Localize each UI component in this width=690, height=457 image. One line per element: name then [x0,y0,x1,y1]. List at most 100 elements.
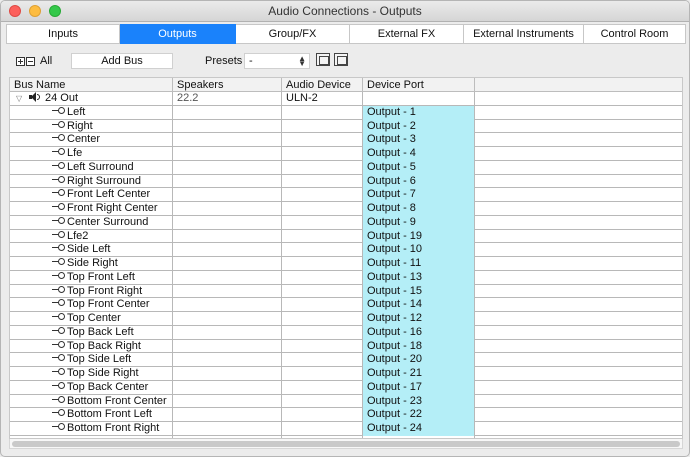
channel-device-port-cell[interactable]: Output - 24 [363,422,475,436]
channel-device-port-cell[interactable]: Output - 1 [363,105,475,120]
bus-speakers-cell[interactable]: 22.2 [173,92,282,106]
collapse-all-icon[interactable] [26,56,35,66]
tab-group-fx[interactable]: Group/FX [236,24,350,44]
channel-device-port-cell[interactable]: Output - 20 [363,353,475,367]
add-bus-button[interactable]: Add Bus [71,53,173,69]
channel-name: Top Front Right [67,284,143,297]
channel-name-cell[interactable]: Side Right [10,257,173,271]
channel-row[interactable]: Bottom Front Right Output - 24 [10,422,682,436]
channel-name-cell[interactable]: Lfe2 [10,229,173,244]
channel-name-cell[interactable]: Top Front Right [10,284,173,299]
channel-row[interactable]: Top Side Left Output - 20 [10,353,682,367]
channel-name-cell[interactable]: Top Back Right [10,339,173,354]
channel-device-port-cell[interactable]: Output - 23 [363,394,475,409]
channel-row[interactable]: Left Surround Output - 5 [10,160,682,175]
channel-device-port-cell[interactable]: Output - 21 [363,367,475,381]
bus-device-port-cell[interactable] [363,92,475,106]
channel-row[interactable]: Center Surround Output - 9 [10,215,682,230]
channel-row[interactable]: Lfe Output - 4 [10,147,682,161]
channel-name-cell[interactable]: Top Back Left [10,325,173,340]
channel-name-cell[interactable]: Right Surround [10,174,173,189]
channel-device-port-cell[interactable]: Output - 17 [363,380,475,395]
channel-row[interactable]: Left Output - 1 [10,105,682,120]
channel-device-port-cell[interactable]: Output - 7 [363,188,475,202]
channel-row[interactable]: Right Output - 2 [10,119,682,134]
channel-name-cell[interactable]: Top Front Center [10,298,173,312]
tab-external-instruments[interactable]: External Instruments [464,24,584,44]
bus-row[interactable]: ▽ 24 Out 22.2 ULN-2 [10,92,682,106]
expand-collapse-all[interactable]: All [16,55,52,67]
horizontal-scrollbar[interactable] [9,439,683,449]
channel-device-port-cell[interactable]: Output - 14 [363,298,475,312]
channel-row[interactable]: Lfe2 Output - 19 [10,229,682,244]
bus-audio-device-cell[interactable]: ULN-2 [282,92,363,106]
channel-device-port-cell[interactable]: Output - 13 [363,270,475,285]
channel-row[interactable]: Top Back Left Output - 16 [10,325,682,340]
channel-device-port-cell[interactable]: Output - 2 [363,119,475,134]
channel-row[interactable]: Center Output - 3 [10,133,682,147]
channel-name-cell[interactable]: Top Front Left [10,270,173,285]
channel-name-cell[interactable]: Top Side Left [10,353,173,367]
channel-name-cell[interactable]: Center [10,133,173,147]
column-header-audio-device[interactable]: Audio Device [282,78,363,92]
channel-device-port-cell[interactable]: Output - 10 [363,243,475,257]
channel-row[interactable]: Top Center Output - 12 [10,312,682,326]
channel-row[interactable]: Top Back Right Output - 18 [10,339,682,354]
channel-device-port-cell[interactable]: Output - 6 [363,174,475,189]
channel-row[interactable]: Bottom Front Center Output - 23 [10,394,682,409]
bus-name-cell[interactable]: ▽ 24 Out [10,92,173,106]
channel-row[interactable]: Front Left Center Output - 7 [10,188,682,202]
channel-name-cell[interactable]: Top Back Center [10,380,173,395]
channel-name-cell[interactable]: Left [10,105,173,120]
channel-row[interactable]: Right Surround Output - 6 [10,174,682,189]
channel-device-port-cell[interactable]: Output - 9 [363,215,475,230]
channel-row[interactable]: Top Back Center Output - 17 [10,380,682,395]
tab-outputs[interactable]: Outputs [120,24,236,44]
channel-name-cell[interactable]: Front Right Center [10,202,173,216]
channel-device-port-cell[interactable]: Output - 19 [363,229,475,244]
channel-name-cell[interactable]: Lfe [10,147,173,161]
channel-name-cell[interactable]: Left Surround [10,160,173,175]
tab-control-room[interactable]: Control Room [584,24,686,44]
channel-device-port-cell[interactable]: Output - 4 [363,147,475,161]
channel-device-port-cell[interactable]: Output - 11 [363,257,475,271]
channel-device-port-cell[interactable]: Output - 3 [363,133,475,147]
channel-row[interactable]: Side Left Output - 10 [10,243,682,257]
channel-row[interactable]: Top Side Right Output - 21 [10,367,682,381]
scrollbar-thumb[interactable] [12,441,680,447]
channel-name-cell[interactable]: Top Center [10,312,173,326]
channel-device-port-cell[interactable]: Output - 12 [363,312,475,326]
channel-device-port-cell[interactable]: Output - 22 [363,408,475,422]
channel-row[interactable]: Bottom Front Left Output - 22 [10,408,682,422]
channel-device-port-cell[interactable]: Output - 5 [363,160,475,175]
channel-device-port-cell[interactable]: Output - 18 [363,339,475,354]
presets-select[interactable]: - ▲ ▼ [244,53,310,69]
channel-name-cell[interactable]: Top Side Right [10,367,173,381]
title-bar[interactable]: Audio Connections - Outputs [1,1,689,22]
channel-name: Center Surround [67,215,149,228]
channel-name-cell[interactable]: Bottom Front Left [10,408,173,422]
channel-row[interactable]: Side Right Output - 11 [10,257,682,271]
expand-all-icon[interactable] [16,56,25,66]
channel-name-cell[interactable]: Center Surround [10,215,173,230]
channel-device-port-cell[interactable]: Output - 8 [363,202,475,216]
channel-row[interactable]: Top Front Right Output - 15 [10,284,682,299]
channel-name-cell[interactable]: Front Left Center [10,188,173,202]
channel-device-port-cell[interactable]: Output - 16 [363,325,475,340]
channel-row[interactable]: Top Front Center Output - 14 [10,298,682,312]
channel-name-cell[interactable]: Right [10,119,173,134]
channel-device-port-cell[interactable]: Output - 15 [363,284,475,299]
remove-preset-icon[interactable] [334,53,348,66]
tab-external-fx[interactable]: External FX [350,24,464,44]
channel-name-cell[interactable]: Bottom Front Center [10,394,173,409]
store-preset-icon[interactable] [316,53,330,66]
tab-inputs[interactable]: Inputs [6,24,120,44]
column-header-device-port[interactable]: Device Port [363,78,475,92]
channel-name-cell[interactable]: Bottom Front Right [10,422,173,436]
column-header-bus-name[interactable]: Bus Name [10,78,173,92]
channel-row[interactable]: Front Right Center Output - 8 [10,202,682,216]
channel-row[interactable]: Top Front Left Output - 13 [10,270,682,285]
channel-name-cell[interactable]: Side Left [10,243,173,257]
disclosure-triangle-icon[interactable]: ▽ [16,92,25,103]
column-header-speakers[interactable]: Speakers [173,78,282,92]
